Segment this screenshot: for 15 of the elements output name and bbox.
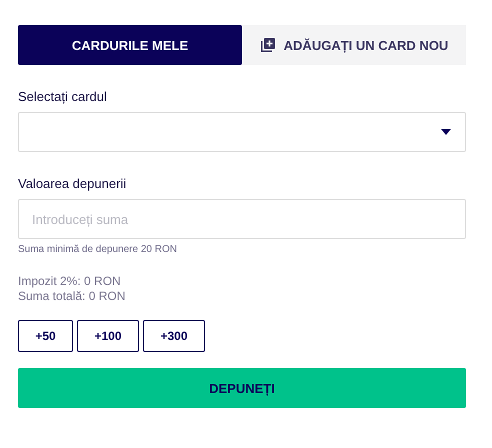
quick-amount-button[interactable]: +300: [143, 320, 205, 352]
quick-amount-button[interactable]: +50: [18, 320, 73, 352]
caret-icon: [441, 129, 451, 135]
amount-field[interactable]: Introduceți suma: [18, 199, 466, 239]
deposit-button[interactable]: DEPUNEȚI: [18, 368, 466, 408]
add-card-icon: [260, 37, 276, 53]
quick-amount-button[interactable]: +100: [77, 320, 139, 352]
card-dropdown[interactable]: [18, 112, 466, 152]
summary-line: Suma totală: 0 RON: [18, 289, 126, 303]
tab[interactable]: ADĂUGAȚI UN CARD NOU: [242, 25, 466, 65]
tab[interactable]: CARDURILE MELE: [18, 25, 242, 65]
field-label: Selectați cardul: [18, 89, 108, 104]
field-label: Valoarea depunerii: [18, 176, 128, 191]
summary-line: Impozit 2%: 0 RON: [18, 274, 122, 288]
hint-text: Suma minimă de depunere 20 RON: [18, 244, 178, 255]
